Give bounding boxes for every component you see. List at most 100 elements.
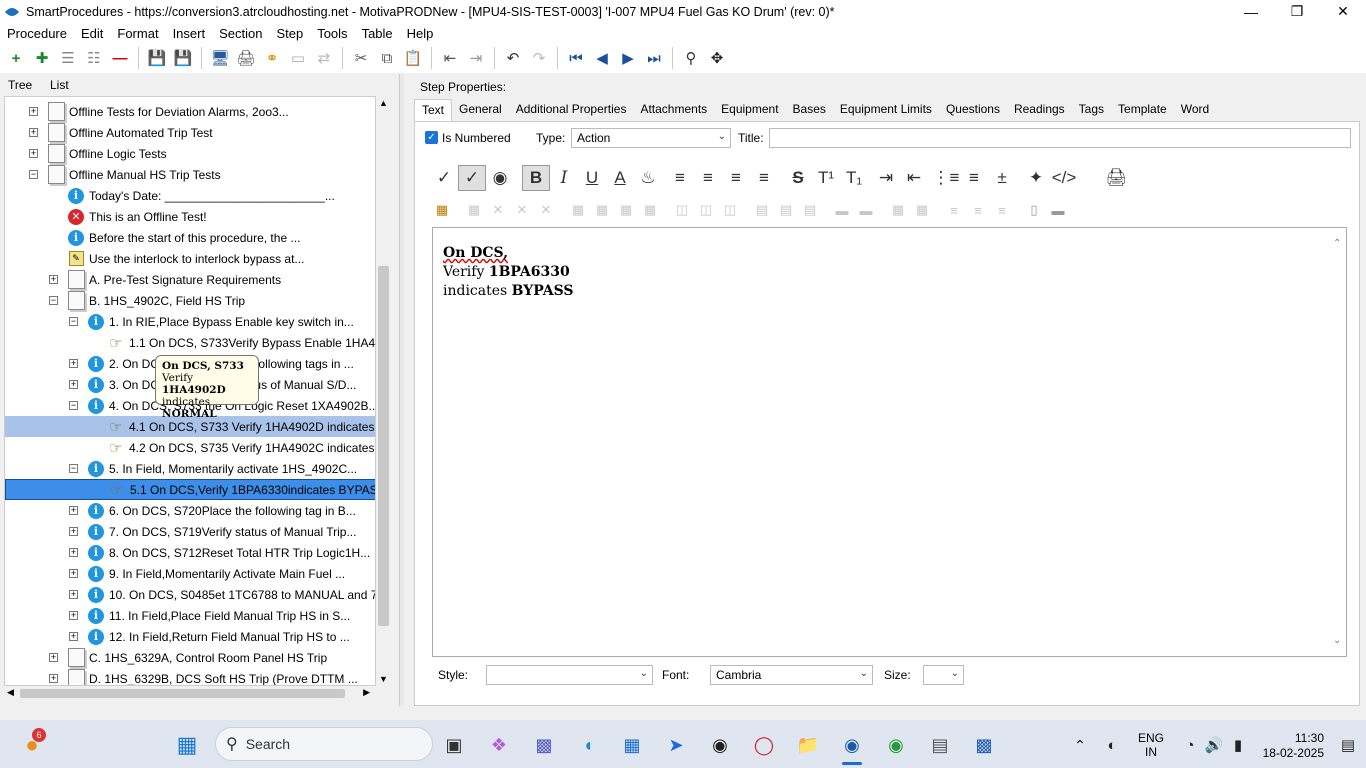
tree-row[interactable]: + D. 1HS_6329B, DCS Soft HS Trip (Prove D… xyxy=(5,668,375,685)
outdent-icon[interactable]: ⇤ xyxy=(437,45,463,71)
tree-row[interactable]: − i 5. In Field, Momentarily activate 1HS_… xyxy=(5,458,375,479)
tab-tree[interactable]: Tree xyxy=(8,78,32,92)
align-right-icon[interactable]: ≡ xyxy=(722,165,750,191)
scroll-down-icon[interactable]: ▼ xyxy=(379,674,388,684)
collapse-icon[interactable]: − xyxy=(69,317,78,326)
menu-edit[interactable]: Edit xyxy=(74,26,110,41)
expand-icon[interactable]: + xyxy=(69,569,78,578)
superscript-icon[interactable]: T¹ xyxy=(812,165,840,191)
teams-icon[interactable]: ▩ xyxy=(530,731,558,759)
expand-icon[interactable]: + xyxy=(69,590,78,599)
expand-icon[interactable]: + xyxy=(29,149,38,158)
tab-tags[interactable]: Tags xyxy=(1072,99,1111,121)
scroll-up-icon[interactable]: ▲ xyxy=(379,98,388,108)
taskbar-search-box[interactable]: ⚲ Search xyxy=(215,727,433,761)
remote-desktop-icon[interactable]: ▤ xyxy=(926,731,954,759)
menu-tools[interactable]: Tools xyxy=(310,26,354,41)
dell-icon[interactable]: ◉ xyxy=(706,731,734,759)
network-status-icon[interactable]: ◐ xyxy=(1098,731,1126,759)
close-button[interactable]: ✕ xyxy=(1320,0,1366,23)
list-icon[interactable]: ☰ xyxy=(55,45,81,71)
tab-general[interactable]: General xyxy=(452,99,509,121)
undo-icon[interactable]: ↶ xyxy=(500,45,526,71)
tab-equipment-limits[interactable]: Equipment Limits xyxy=(833,99,939,121)
copilot-icon[interactable]: ❖ xyxy=(485,731,513,759)
numbered-list-icon[interactable]: ≡ xyxy=(960,165,988,191)
minimize-button[interactable]: — xyxy=(1228,0,1274,23)
highlight-icon[interactable]: ◉ xyxy=(486,165,514,191)
fill-color-icon[interactable]: ♨ xyxy=(634,165,662,191)
tree-vertical-scrollbar[interactable]: ▲ ▼ xyxy=(376,96,391,686)
windows-start-icon[interactable]: ▦ xyxy=(173,731,201,759)
pane-splitter[interactable] xyxy=(399,74,404,706)
expand-icon[interactable]: + xyxy=(49,275,58,284)
powerautomate-icon[interactable]: ➤ xyxy=(662,731,690,759)
tree-row[interactable]: ☞ 5.1 On DCS,Verify 1BPA6330indicates BYP… xyxy=(5,479,375,500)
collapse-icon[interactable]: − xyxy=(29,170,38,179)
tree-row[interactable]: + i 8. On DCS, S712Reset Total HTR Trip Lo… xyxy=(5,542,375,563)
restore-button[interactable]: ❐ xyxy=(1274,0,1320,23)
column-width-icon[interactable]: ▯ xyxy=(1022,199,1046,221)
tree-row[interactable]: − B. 1HS_4902C, Field HS Trip xyxy=(5,290,375,311)
tree-row[interactable]: + i 10. On DCS, S0485et 1TC6788 to MANUAL … xyxy=(5,584,375,605)
italic-icon[interactable]: I xyxy=(550,165,578,191)
tab-bases[interactable]: Bases xyxy=(786,99,833,121)
collapse-icon[interactable]: − xyxy=(69,401,78,410)
menu-table[interactable]: Table xyxy=(355,26,400,41)
notifications-icon[interactable]: ▤ xyxy=(1334,731,1362,759)
expand-icon[interactable]: + xyxy=(69,632,78,641)
last-step-icon[interactable]: ⏭ xyxy=(641,45,667,71)
tree-scroll-thumb[interactable] xyxy=(378,266,389,626)
tree-hscroll-thumb[interactable] xyxy=(20,689,345,698)
expand-icon[interactable]: + xyxy=(69,548,78,557)
tree-row[interactable]: + i 9. In Field,Momentarily Activate Main … xyxy=(5,563,375,584)
previous-step-icon[interactable]: ◀ xyxy=(589,45,615,71)
style-select[interactable]: ⌄ xyxy=(486,665,653,685)
tree-row[interactable]: ✎ Use the interlock to interlock bypass a… xyxy=(5,248,375,269)
tree-row[interactable]: − Offline Manual HS Trip Tests xyxy=(5,164,375,185)
expand-icon[interactable]: + xyxy=(69,359,78,368)
justify-icon[interactable]: ≡ xyxy=(750,165,778,191)
tab-list[interactable]: List xyxy=(50,78,69,92)
swap-icon[interactable]: ⇄ xyxy=(311,45,337,71)
tree-row[interactable]: i Today's Date: ________________________.… xyxy=(5,185,375,206)
add-substep-icon[interactable]: ✚ xyxy=(29,45,55,71)
tree-row[interactable]: + Offline Logic Tests xyxy=(5,143,375,164)
opera-icon[interactable]: ◯ xyxy=(750,731,778,759)
expand-icon[interactable]: + xyxy=(49,653,58,662)
menu-section[interactable]: Section xyxy=(212,26,269,41)
menu-procedure[interactable]: Procedure xyxy=(0,26,74,41)
subscript-icon[interactable]: T₁ xyxy=(840,165,868,191)
expand-icon[interactable]: + xyxy=(69,611,78,620)
menu-step[interactable]: Step xyxy=(269,26,310,41)
edge-icon[interactable]: ◖ xyxy=(574,731,602,759)
task-view-icon[interactable]: ▣ xyxy=(440,731,468,759)
window-icon[interactable]: ▭ xyxy=(285,45,311,71)
outdent-text-icon[interactable]: ⇤ xyxy=(900,165,928,191)
language-indicator[interactable]: ENG IN xyxy=(1138,731,1164,759)
size-select[interactable]: ⌄ xyxy=(923,665,964,685)
tree-row[interactable]: + i 7. On DCS, S719Verify status of Manual… xyxy=(5,521,375,542)
remove-icon[interactable]: — xyxy=(107,45,133,71)
find-icon[interactable]: ⚲ xyxy=(678,45,704,71)
battery-icon[interactable]: ▮ xyxy=(1224,731,1252,759)
tree-row[interactable]: + Offline Tests for Deviation Alarms, 2oo… xyxy=(5,101,375,122)
bullet-list-icon[interactable]: ⋮≡ xyxy=(932,165,960,191)
magic-wand-icon[interactable]: ✦ xyxy=(1022,165,1050,191)
expand-icon[interactable]: + xyxy=(69,527,78,536)
menu-format[interactable]: Format xyxy=(110,26,165,41)
chevron-down-icon[interactable]: ⌄ xyxy=(1333,635,1341,646)
collapse-icon[interactable]: − xyxy=(49,296,58,305)
type-select[interactable]: Action ⌄ xyxy=(571,128,731,148)
cut-icon[interactable]: ✂ xyxy=(348,45,374,71)
tree-row[interactable]: ✕ This is an Offline Test! xyxy=(5,206,375,227)
tab-text[interactable]: Text xyxy=(414,99,453,121)
file-explorer-icon[interactable]: 📁 xyxy=(794,731,822,759)
tree-row[interactable]: + C. 1HS_6329A, Control Room Panel HS Tri… xyxy=(5,647,375,668)
store-icon[interactable]: ▦ xyxy=(618,731,646,759)
spellcheck-auto-icon[interactable]: ✓ xyxy=(458,165,486,191)
scroll-right-icon[interactable]: ▶ xyxy=(363,687,370,698)
clock[interactable]: 11:30 18-02-2025 xyxy=(1258,731,1324,761)
font-color-icon[interactable]: A xyxy=(606,165,634,191)
link-icon[interactable]: ⚭ xyxy=(259,45,285,71)
